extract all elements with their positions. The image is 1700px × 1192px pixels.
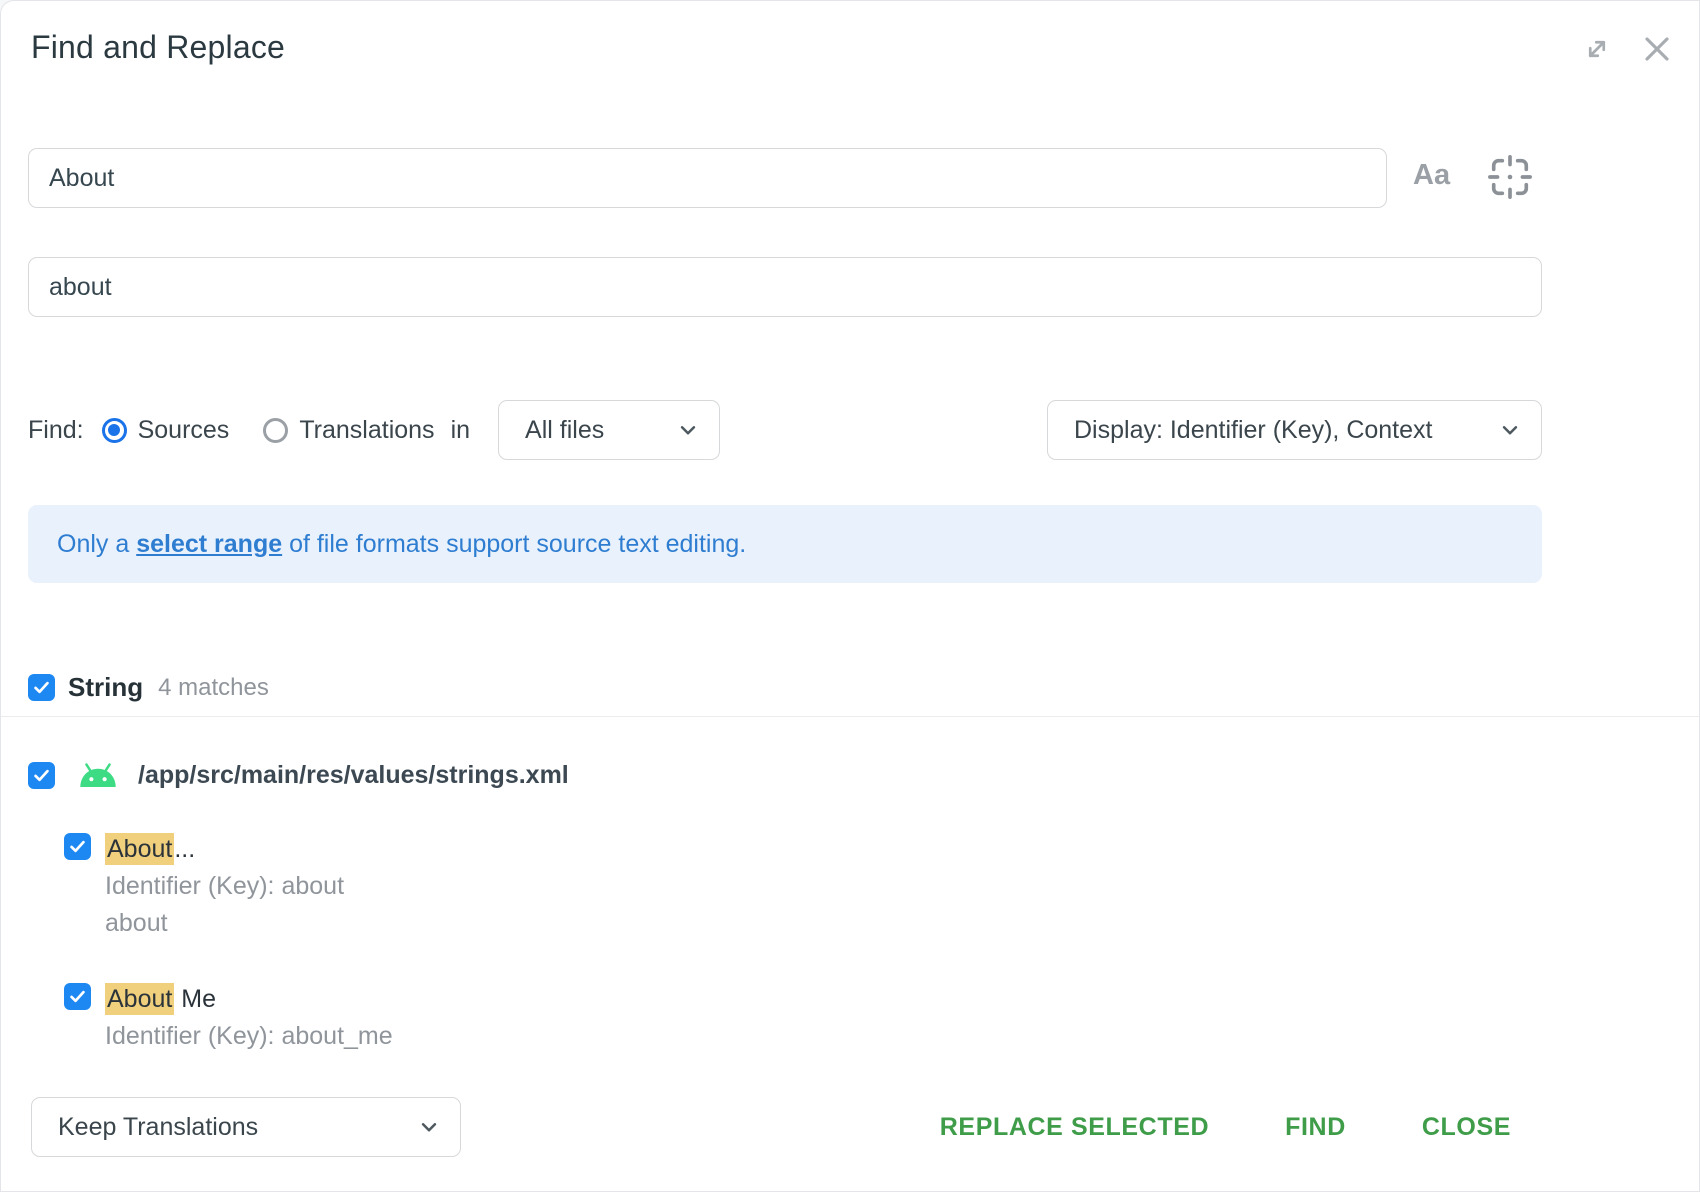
display-options-value: Display: Identifier (Key), Context [1074, 416, 1432, 445]
dialog-title: Find and Replace [31, 29, 285, 66]
match-text[interactable]: About Me [105, 981, 393, 1018]
chevron-down-icon [416, 1114, 442, 1140]
footer-buttons: REPLACE SELECTED FIND CLOSE [940, 1097, 1511, 1157]
match-text[interactable]: About... [105, 831, 344, 868]
files-scope-select[interactable]: All files [498, 400, 720, 460]
file-path[interactable]: /app/src/main/res/values/strings.xml [138, 761, 569, 790]
group-label: String [68, 672, 143, 703]
match-body: About... Identifier (Key): about about [105, 831, 344, 942]
group-match-count: 4 matches [158, 674, 269, 702]
close-icon[interactable] [1637, 29, 1677, 69]
find-label: Find: [28, 416, 84, 445]
find-and-replace-dialog: Find and Replace Aa Find: Sources [0, 0, 1700, 1192]
notice-banner: Only a select range of file formats supp… [28, 505, 1542, 583]
match-highlight: About [105, 833, 174, 865]
footer: Keep Translations REPLACE SELECTED FIND … [1, 1097, 1700, 1157]
chevron-down-icon [1497, 417, 1523, 443]
in-label: in [451, 416, 470, 445]
find-button[interactable]: FIND [1285, 1113, 1346, 1142]
window-controls [1577, 29, 1677, 69]
match-meta: Identifier (Key): about [105, 868, 344, 905]
radio-label-translations[interactable]: Translations [299, 416, 434, 445]
match-checkbox[interactable] [64, 983, 91, 1010]
expand-icon[interactable] [1577, 29, 1617, 69]
match-source: about [105, 905, 344, 942]
find-options-row: Find: Sources Translations in All files [28, 400, 720, 460]
search-input[interactable] [28, 148, 1387, 208]
replace-input[interactable] [28, 257, 1542, 317]
match-meta: Identifier (Key): about_me [105, 1018, 393, 1055]
match-case-toggle[interactable]: Aa [1413, 159, 1450, 192]
match-row: About... Identifier (Key): about about [64, 831, 344, 942]
chevron-down-icon [675, 417, 701, 443]
android-icon [78, 761, 118, 790]
divider [1, 716, 1700, 717]
string-group-row: String 4 matches [28, 672, 269, 703]
match-row: About Me Identifier (Key): about_me [64, 981, 393, 1055]
replace-selected-button[interactable]: REPLACE SELECTED [940, 1113, 1209, 1142]
match-body: About Me Identifier (Key): about_me [105, 981, 393, 1055]
string-group-checkbox[interactable] [28, 674, 55, 701]
notice-text: Only a select range of file formats supp… [57, 530, 746, 559]
radio-sources[interactable] [102, 418, 127, 443]
radio-translations[interactable] [263, 418, 288, 443]
select-range-link[interactable]: select range [136, 530, 282, 558]
select-range-icon[interactable] [1485, 152, 1535, 202]
translations-mode-value: Keep Translations [58, 1113, 258, 1142]
close-button[interactable]: CLOSE [1422, 1113, 1511, 1142]
display-options-select[interactable]: Display: Identifier (Key), Context [1047, 400, 1542, 460]
file-row: /app/src/main/res/values/strings.xml [28, 761, 569, 790]
translations-mode-select[interactable]: Keep Translations [31, 1097, 461, 1157]
file-checkbox[interactable] [28, 762, 55, 789]
match-checkbox[interactable] [64, 833, 91, 860]
radio-label-sources[interactable]: Sources [138, 416, 230, 445]
match-highlight: About [105, 983, 174, 1015]
files-scope-value: All files [525, 416, 604, 445]
